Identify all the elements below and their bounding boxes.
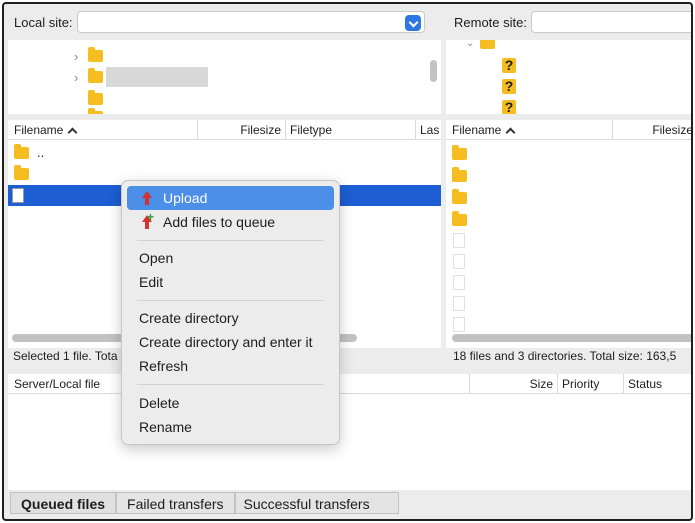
chevron-down-icon[interactable] <box>404 15 421 31</box>
remote-row[interactable] <box>446 230 691 251</box>
column-priority[interactable]: Priority <box>558 374 624 394</box>
folder-icon <box>14 143 29 159</box>
add-queue-icon: + <box>139 211 154 230</box>
menu-item-add-to-queue[interactable]: + Add files to queue <box>127 210 334 234</box>
menu-separator <box>137 300 324 301</box>
chevron-right-icon[interactable]: › <box>74 49 88 64</box>
menu-separator <box>137 384 324 385</box>
upload-arrow-icon <box>139 190 153 206</box>
tree-item[interactable] <box>88 108 103 114</box>
menu-item-create-directory[interactable]: Create directory <box>127 306 334 330</box>
remote-row[interactable] <box>446 209 691 230</box>
remote-row[interactable] <box>446 293 691 314</box>
question-mark-icon: ? <box>502 57 516 73</box>
menu-item-create-directory-enter[interactable]: Create directory and enter it <box>127 330 334 354</box>
column-filename[interactable]: Filename <box>10 120 198 140</box>
sort-ascending-icon <box>67 127 78 138</box>
folder-icon <box>88 108 103 114</box>
redacted-folder-name <box>106 67 208 87</box>
remote-site-combobox[interactable] <box>530 11 691 33</box>
folder-icon <box>480 40 495 49</box>
tab-failed-transfers[interactable]: Failed transfers <box>116 492 235 514</box>
file-name: .. <box>37 145 45 160</box>
folder-icon <box>452 188 467 204</box>
remote-file-header: Filename Filesize <box>446 120 691 140</box>
tree-item[interactable]: ? <box>502 56 516 74</box>
remote-file-list[interactable]: Filename Filesize <box>446 120 691 348</box>
chevron-right-icon[interactable]: › <box>74 70 88 85</box>
menu-separator <box>137 240 324 241</box>
menu-item-delete[interactable]: Delete <box>127 391 334 415</box>
column-last-modified[interactable]: Las <box>416 120 441 140</box>
menu-item-refresh[interactable]: Refresh <box>127 354 334 378</box>
remote-directory-tree[interactable]: ⌄ ? ? ? <box>446 40 691 114</box>
column-filetype[interactable]: Filetype <box>286 120 416 140</box>
tree-item[interactable]: ? <box>502 77 516 95</box>
queue-header: Server/Local file Size Priority Status <box>8 374 691 394</box>
file-icon <box>453 296 465 311</box>
remote-row[interactable] <box>446 143 691 164</box>
file-icon <box>453 275 465 290</box>
sort-ascending-icon <box>505 127 516 138</box>
column-filename[interactable]: Filename <box>448 120 613 140</box>
folder-icon <box>452 166 467 182</box>
remote-site-label: Remote site: <box>454 14 527 30</box>
tree-scrollbar[interactable] <box>430 60 437 82</box>
menu-item-upload[interactable]: Upload <box>127 186 334 210</box>
menu-item-edit[interactable]: Edit <box>127 270 334 294</box>
folder-icon <box>14 164 29 180</box>
local-site-label: Local site: <box>14 14 73 30</box>
menu-item-rename[interactable]: Rename <box>127 415 334 439</box>
tree-item[interactable]: ? <box>502 98 516 114</box>
tree-item[interactable] <box>88 90 103 108</box>
remote-row[interactable] <box>446 251 691 272</box>
remote-horizontal-scrollbar[interactable] <box>452 334 691 342</box>
tab-successful-transfers[interactable]: Successful transfers <box>234 492 399 514</box>
column-size[interactable]: Size <box>470 374 558 394</box>
remote-row[interactable] <box>446 165 691 186</box>
remote-status-text: 18 files and 3 directories. Total size: … <box>453 349 677 363</box>
tree-item[interactable]: › <box>74 67 208 87</box>
folder-icon <box>88 90 103 105</box>
menu-item-open[interactable]: Open <box>127 246 334 270</box>
tree-item[interactable]: › <box>74 47 103 65</box>
file-icon <box>453 233 465 248</box>
column-filesize[interactable]: Filesize <box>198 120 286 140</box>
question-mark-icon: ? <box>502 78 516 94</box>
column-status[interactable]: Status <box>624 374 691 394</box>
local-directory-tree[interactable]: › › <box>8 40 441 114</box>
folder-icon <box>452 210 467 226</box>
question-mark-icon: ? <box>502 99 516 114</box>
chevron-down-icon[interactable]: ⌄ <box>466 40 480 49</box>
file-row-parent[interactable]: .. <box>8 142 441 163</box>
filezilla-window: Local site: Remote site: › › ⌄ ? ? ? Fil… <box>2 2 693 521</box>
remote-site-bar: Remote site: <box>454 10 691 34</box>
file-icon <box>12 188 24 203</box>
column-filesize[interactable]: Filesize <box>613 120 691 140</box>
file-icon <box>453 254 465 269</box>
remote-row[interactable] <box>446 187 691 208</box>
file-icon <box>453 317 465 332</box>
folder-icon <box>88 47 103 62</box>
remote-row[interactable] <box>446 314 691 335</box>
local-site-bar: Local site: <box>14 10 434 34</box>
queue-tabs: Queued files Failed transfers Successful… <box>10 492 399 517</box>
context-menu: Upload + Add files to queue Open Edit Cr… <box>121 180 340 445</box>
folder-icon <box>452 144 467 160</box>
remote-row[interactable] <box>446 272 691 293</box>
tab-queued-files[interactable]: Queued files <box>10 492 117 514</box>
local-file-header: Filename Filesize Filetype Las <box>8 120 441 140</box>
folder-icon <box>88 68 103 83</box>
transfer-queue[interactable]: Server/Local file Size Priority Status <box>8 374 691 490</box>
tree-item[interactable]: ⌄ <box>466 40 495 52</box>
local-site-combobox[interactable] <box>76 11 425 33</box>
